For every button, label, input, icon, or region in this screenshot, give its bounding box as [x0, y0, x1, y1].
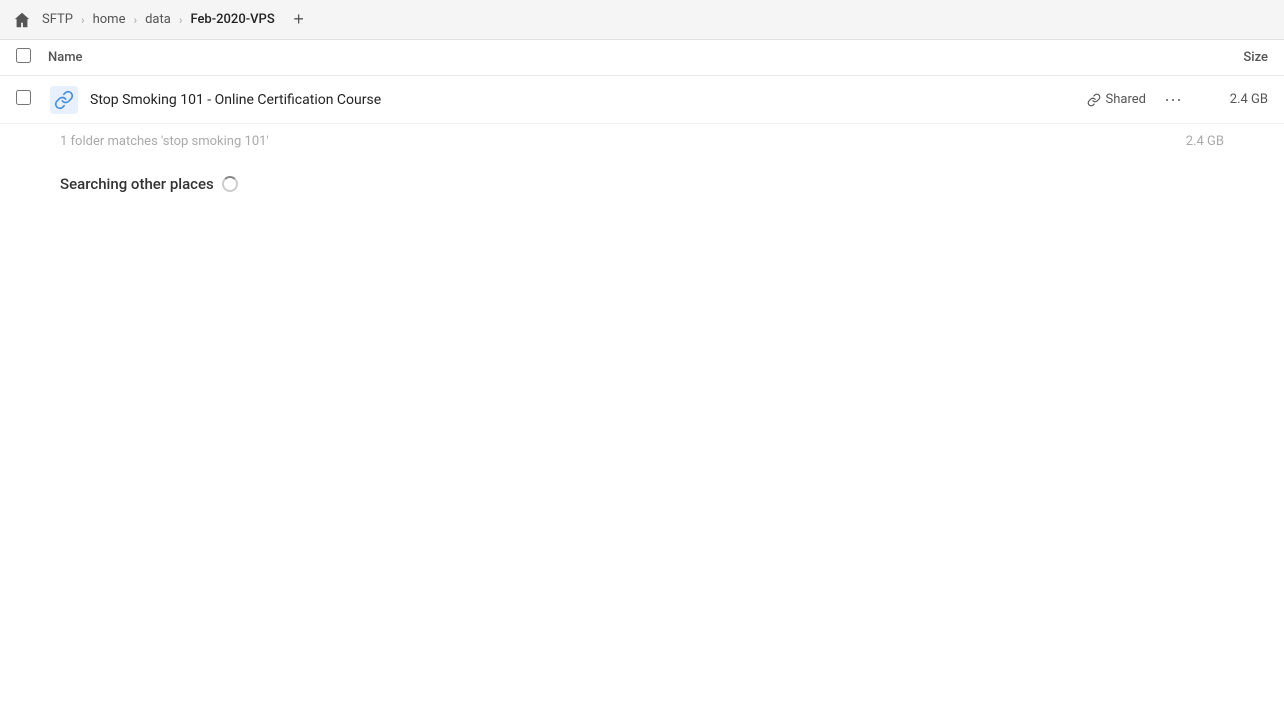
breadcrumb: SFTP › home › data › Feb-2020-VPS	[36, 10, 281, 29]
breadcrumb-link-feb2020vps[interactable]: Feb-2020-VPS	[184, 10, 280, 29]
file-icon	[48, 84, 80, 116]
loading-spinner	[222, 176, 238, 192]
file-size: 2.4 GB	[1188, 92, 1268, 107]
breadcrumb-sep-1: ›	[79, 13, 87, 27]
other-places-label: Searching other places	[60, 175, 214, 193]
row-checkbox[interactable]	[16, 90, 36, 109]
table-row[interactable]: Stop Smoking 101 - Online Certification …	[0, 76, 1284, 124]
select-all-checkbox[interactable]	[16, 48, 36, 67]
breadcrumb-item-sftp: SFTP	[36, 10, 79, 29]
breadcrumb-link-data[interactable]: data	[139, 10, 177, 29]
column-header-row: Name Size	[0, 40, 1284, 76]
shared-badge: Shared	[1087, 92, 1146, 107]
column-header-size: Size	[1188, 50, 1268, 65]
breadcrumb-sep-2: ›	[131, 13, 139, 27]
file-actions: Shared ⋯	[1087, 87, 1188, 113]
search-result-info: 1 folder matches 'stop smoking 101' 2.4 …	[0, 124, 1284, 159]
breadcrumb-item-data: data	[139, 10, 177, 29]
breadcrumb-bar: SFTP › home › data › Feb-2020-VPS +	[0, 0, 1284, 40]
more-options-button[interactable]: ⋯	[1158, 87, 1188, 113]
column-header-name: Name	[48, 50, 1188, 65]
breadcrumb-item-home: home	[87, 10, 132, 29]
searching-other-places-section: Searching other places	[0, 159, 1284, 201]
search-result-size: 2.4 GB	[1144, 134, 1224, 149]
link-icon	[1087, 93, 1101, 107]
add-button[interactable]: +	[285, 6, 313, 34]
file-name: Stop Smoking 101 - Online Certification …	[90, 92, 1087, 108]
breadcrumb-item-feb2020vps: Feb-2020-VPS	[184, 10, 280, 29]
shared-label: Shared	[1106, 92, 1146, 107]
breadcrumb-sep-3: ›	[177, 13, 185, 27]
home-button[interactable]	[8, 6, 36, 34]
breadcrumb-link-sftp[interactable]: SFTP	[36, 10, 79, 29]
breadcrumb-link-home[interactable]: home	[87, 10, 132, 29]
search-match-count: 1 folder matches 'stop smoking 101'	[60, 134, 269, 149]
